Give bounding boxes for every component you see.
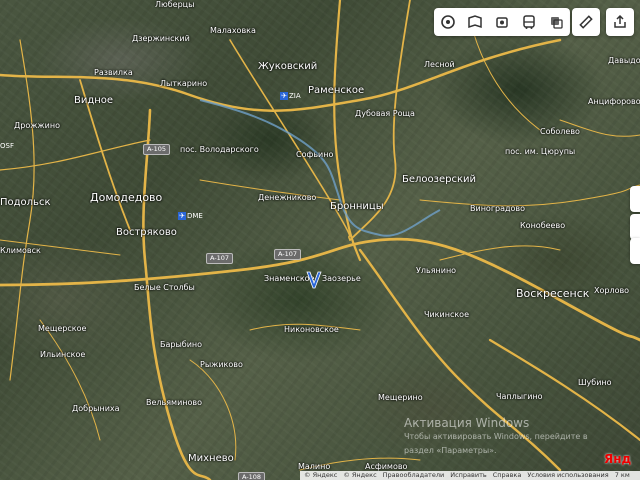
route-icon — [551, 17, 563, 29]
scale-label: 7 км — [614, 471, 630, 479]
label-drozhzhino: Дрожжино — [14, 121, 60, 130]
label-klimovsk: Климовск — [0, 246, 41, 255]
label-meshcherskoye: Мещерское — [38, 324, 87, 333]
ruler-button[interactable] — [572, 8, 600, 36]
label-razvilka: Развилка — [94, 68, 133, 77]
traffic-icon — [496, 17, 508, 28]
label-davydovo: Давыдово — [608, 56, 640, 65]
footer-help-link[interactable]: Справка — [493, 471, 522, 480]
label-bronnitsy: Бронницы — [330, 201, 384, 212]
map-view[interactable]: Люберцы Дзержинский Малаховка Развилка Л… — [0, 0, 640, 480]
label-velyaminovo: Вельяминово — [146, 398, 203, 407]
footer-copyright: © Яндекс — [304, 471, 338, 479]
label-konobeevo: Конобеево — [520, 221, 566, 230]
label-vinogradovo: Виноградово — [470, 204, 526, 213]
road-shield-a107-east: A-107 — [274, 249, 302, 260]
road-m4 — [142, 108, 212, 480]
label-roshchino: Ильинское — [40, 350, 86, 359]
transport-icon — [523, 15, 535, 29]
location-marker[interactable] — [306, 270, 322, 290]
label-podolsk: Подольск — [0, 197, 51, 208]
label-lesnoy: Лесной — [424, 60, 455, 69]
label-belye-stolby: Белые Столбы — [134, 283, 195, 292]
label-belozersky: Белоозерский — [402, 174, 476, 185]
panorama-button[interactable] — [464, 11, 486, 33]
label-zaozerye: Заозерье — [322, 274, 361, 283]
label-barybino: Барыбино — [160, 340, 203, 349]
label-ulyanino: Ульянино — [416, 266, 457, 275]
map-footer: © Яндекс © Яндекс Правообладатели Исправ… — [300, 471, 640, 480]
geolocation-button[interactable] — [630, 238, 640, 264]
label-lytkarino: Лыткарино — [160, 79, 208, 88]
label-chaplygino: Чаплыгино — [496, 392, 543, 401]
label-vidnoe: Видное — [74, 95, 114, 106]
footer-copyright-2: © Яндекс — [343, 471, 377, 479]
footer-rights-link[interactable]: Правообладатели — [383, 471, 445, 480]
yandex-logo[interactable]: Янд — [604, 452, 631, 466]
route-button[interactable] — [545, 11, 567, 33]
label-denezhnikovo: Денежниково — [258, 193, 317, 202]
label-dubovaya-roshcha: Дубовая Роща — [355, 109, 415, 118]
label-ramenskoye: Раменское — [308, 85, 365, 96]
label-chkalovskoe: Чикинское — [424, 310, 469, 319]
footer-terms-link[interactable]: Условия использования — [527, 471, 608, 480]
layers-button[interactable] — [437, 11, 459, 33]
map-toolbar — [434, 8, 570, 36]
label-vostryakovo: Востряково — [116, 227, 177, 238]
plane-icon: ✈ — [178, 212, 186, 220]
zoom-out-button[interactable] — [630, 214, 640, 240]
traffic-button[interactable] — [491, 11, 513, 33]
footer-fix-link[interactable]: Исправить — [450, 471, 486, 480]
label-sofyino: Софьино — [296, 150, 334, 159]
transport-button[interactable] — [518, 11, 540, 33]
airport-dme[interactable]: ✈ DME — [178, 212, 203, 221]
airport-zia[interactable]: ✈ ZIA — [280, 92, 301, 101]
label-malakhovka: Малаховка — [210, 26, 256, 35]
road-bronnitsy-north — [333, 0, 362, 262]
label-domodedovo: Домодедово — [90, 191, 163, 204]
ruler-icon — [579, 15, 593, 29]
zoom-in-button[interactable] — [630, 186, 640, 212]
label-dzerzhinsky: Дзержинский — [132, 34, 190, 43]
airport-osf[interactable]: OSF — [0, 142, 14, 151]
label-anikhnovo: Анцифорово — [588, 97, 640, 106]
plane-icon: ✈ — [280, 92, 288, 100]
label-volodarskogo: пос. Володарского — [180, 145, 259, 154]
label-zhukovsky: Жуковский — [258, 61, 318, 72]
label-raboche: пос. им. Цюрупы — [505, 147, 576, 156]
label-dobrynikha: Добрыниха — [72, 404, 120, 413]
label-voskresensk: Воскресенск — [516, 287, 590, 300]
road-shield-a105: A-105 — [143, 144, 171, 155]
label-shubino: Шубино — [578, 378, 612, 387]
panorama-icon — [468, 15, 482, 29]
share-icon — [614, 14, 626, 28]
layers-icon — [440, 15, 455, 29]
label-ilyinskoe: Рыжиково — [200, 360, 243, 369]
river-moskva — [199, 99, 441, 237]
label-nikonovskoye: Никоновское — [284, 325, 339, 334]
windows-activation-watermark: Активация Windows Чтобы активировать Win… — [404, 416, 588, 455]
share-button[interactable] — [606, 8, 634, 36]
label-lyubertsy: Люберцы — [155, 0, 195, 9]
label-meshcherino: Мещерино — [378, 393, 423, 402]
road-shield-a108: A-108 — [238, 472, 266, 480]
label-sobolevo: Соболево — [540, 127, 580, 136]
road-shield-a107-west: A-107 — [206, 253, 234, 264]
label-khorlovo: Хорлово — [594, 286, 630, 295]
label-mikhnevo: Михнево — [188, 453, 234, 464]
